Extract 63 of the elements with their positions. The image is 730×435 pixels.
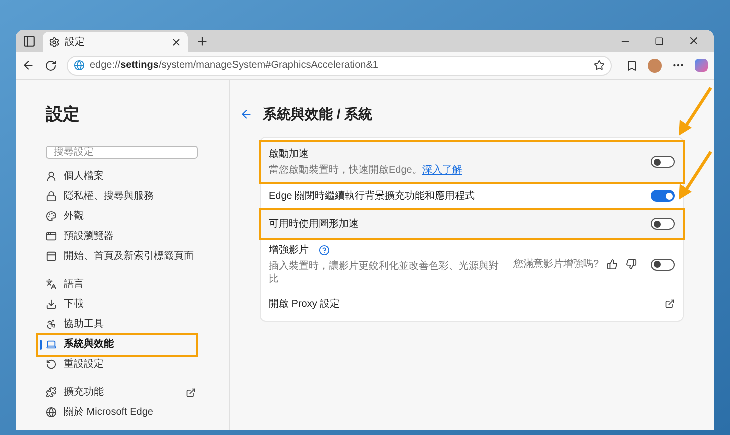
sidebar-item[interactable]: 系統與效能	[38, 334, 196, 354]
setting-label: 可用時使用圖形加速	[269, 218, 359, 232]
laptop-icon	[46, 339, 57, 350]
url-text: edge://settings/system/manageSystem#GraphicsAcceleration&1	[90, 59, 380, 73]
sidebar-item[interactable]: 重設設定	[38, 354, 196, 374]
new-tab-icon[interactable]	[196, 34, 209, 48]
browser-logo-icon	[74, 60, 85, 71]
browser-tab[interactable]: 設定	[43, 32, 188, 52]
setting-description: 當您啟動裝置時，快速開啟Edge。深入了解	[269, 164, 464, 177]
profile-avatar[interactable]	[648, 58, 662, 72]
sidebar-item[interactable]: 擴充功能	[38, 382, 196, 402]
favorites-icon[interactable]	[626, 60, 638, 72]
palette-icon	[46, 211, 57, 222]
sidebar-item[interactable]: 開始、首頁及新索引標籤頁面	[38, 246, 196, 266]
help-icon[interactable]	[319, 245, 330, 256]
puzzle-icon	[46, 387, 57, 398]
setting-label: 啟動加速	[269, 148, 309, 162]
copilot-icon[interactable]	[695, 59, 708, 72]
setting-label: 增強影片	[269, 244, 309, 258]
sidebar-item[interactable]: 外觀	[38, 206, 196, 226]
address-bar[interactable]: edge://settings/system/manageSystem#GraphicsAcceleration&1	[67, 56, 612, 76]
setting-label: Edge 關閉時繼續執行背景擴充功能和應用程式	[269, 190, 476, 204]
thumbs-up-icon[interactable]	[607, 259, 618, 270]
sidebar-item[interactable]: 預設瀏覽器	[38, 226, 196, 246]
close-tab-icon[interactable]	[171, 36, 182, 48]
language-icon	[46, 279, 57, 290]
lock-icon	[46, 191, 57, 202]
maximize-icon[interactable]	[655, 36, 664, 46]
reset-icon	[46, 359, 57, 370]
setting-description: 插入裝置時，讓影片更銳利化並改善色彩、光源與對比	[269, 260, 500, 286]
sidebar-item[interactable]: 隱私權、搜尋與服務	[38, 186, 196, 206]
accessibility-icon	[46, 319, 57, 330]
pointer-arrow-drawing	[677, 150, 713, 202]
selection-indicator	[40, 340, 42, 350]
sidebar-item[interactable]: 個人檔案	[38, 166, 196, 186]
thumbs-down-icon[interactable]	[626, 259, 637, 270]
back-arrow-icon[interactable]	[240, 108, 253, 121]
settings-icon	[49, 36, 60, 48]
page-icon	[46, 251, 57, 262]
pointer-arrow-drawing	[677, 86, 713, 138]
favorite-star-icon[interactable]	[594, 60, 605, 71]
toggle-switch[interactable]	[651, 190, 675, 202]
browser-window-icon	[46, 231, 57, 242]
back-icon[interactable]	[22, 59, 35, 72]
external-link-icon	[665, 299, 675, 309]
sidebar-item[interactable]: 協助工具	[38, 314, 196, 334]
sidebar-item[interactable]: 語言	[38, 274, 196, 294]
learn-more-link[interactable]: 深入了解	[422, 165, 462, 176]
feedback-question: 您滿意影片增強嗎?	[513, 258, 599, 272]
reload-icon[interactable]	[45, 60, 57, 72]
page-title: 系統與效能 / 系統	[263, 105, 373, 124]
sidebar-item[interactable]: 關於 Microsoft Edge	[38, 402, 196, 422]
globe-icon	[46, 407, 57, 418]
tab-actions-icon[interactable]	[23, 34, 36, 48]
download-icon	[46, 299, 57, 310]
sidebar-item[interactable]: 下載	[38, 294, 196, 314]
sidebar-title: 設定	[46, 104, 81, 126]
toggle-switch[interactable]	[651, 218, 675, 230]
profile-icon	[46, 171, 57, 182]
external-link-icon	[186, 388, 196, 398]
toggle-switch[interactable]	[651, 156, 675, 168]
close-window-icon[interactable]	[688, 35, 700, 47]
toggle-switch[interactable]	[651, 258, 675, 270]
